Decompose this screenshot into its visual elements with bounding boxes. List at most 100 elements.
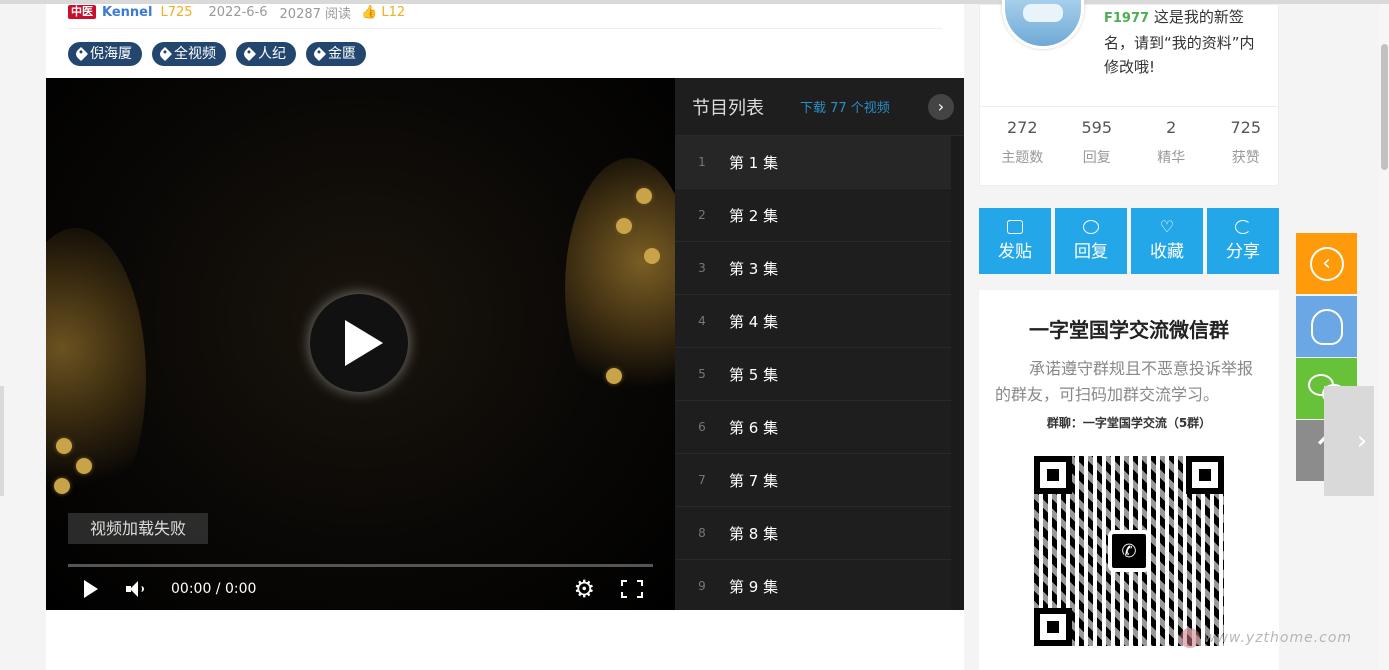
- tag-icon: [311, 46, 327, 62]
- wechat-group-card: 一字堂国学交流微信群 承诺遵守群规且不恶意投诉举报的群友，可扫码加群交流学习。 …: [979, 290, 1279, 670]
- qr-finder: [1034, 456, 1072, 494]
- user-signature: F1977 这是我的新签名，请到“我的资料”内修改哦!: [1104, 5, 1264, 79]
- episode-name: 第 6 集: [729, 418, 779, 437]
- category-badge[interactable]: 中医: [68, 5, 96, 19]
- tag-label: 金匮: [328, 46, 356, 62]
- stat-likes[interactable]: 725 获赞: [1214, 118, 1279, 167]
- playlist-header: 节目列表 下载 77 个视频 ›: [675, 78, 964, 136]
- flower-decoration: [606, 368, 622, 384]
- post-date: 2022-6-6: [208, 4, 268, 20]
- qr-finder: [1186, 456, 1224, 494]
- tag-icon: [241, 46, 257, 62]
- volume-icon[interactable]: [126, 580, 144, 598]
- playlist-item[interactable]: 1 第 1 集: [675, 136, 951, 189]
- episode-name: 第 7 集: [729, 471, 779, 490]
- view-count: 20287 阅读: [279, 6, 352, 22]
- post-meta: 中医 Kennel L725 2022-6-6 20287 阅读 👍 L12: [68, 4, 405, 22]
- tag-list: 倪海厦 全视频 人纪 金匮: [68, 42, 366, 66]
- tag-label: 全视频: [174, 46, 216, 62]
- watermark-seal-icon: [1180, 628, 1200, 648]
- chat-icon: [1083, 220, 1099, 234]
- next-arrow-button[interactable]: ›: [1324, 386, 1374, 496]
- prev-arrow-button[interactable]: [0, 386, 4, 496]
- playlist-item[interactable]: 7 第 7 集: [675, 454, 964, 507]
- episode-number: 6: [698, 420, 706, 434]
- favorite-button[interactable]: ♡ 收藏: [1131, 208, 1203, 274]
- reply-button[interactable]: 回复: [1055, 208, 1127, 274]
- qq-contact-button[interactable]: [1296, 296, 1357, 357]
- stat-label: 主题数: [1001, 150, 1044, 166]
- wechat-logo-icon: ✆: [1108, 530, 1150, 572]
- player-controls: 00:00 / 0:00 ⚙: [68, 576, 653, 602]
- tag-item[interactable]: 倪海厦: [68, 42, 142, 66]
- tag-label: 倪海厦: [90, 46, 132, 62]
- tag-icon: [157, 46, 173, 62]
- watermark-text: www.yzthome.com: [1204, 630, 1353, 646]
- stat-featured[interactable]: 2 精华: [1139, 118, 1204, 167]
- avatar[interactable]: [1002, 0, 1084, 49]
- user-id[interactable]: F1977: [1104, 11, 1149, 26]
- playlist-title: 节目列表: [692, 97, 764, 119]
- wechat-group-description: 承诺遵守群规且不恶意投诉举报的群友，可扫码加群交流学习。: [995, 359, 1254, 404]
- episode-name: 第 2 集: [729, 206, 779, 225]
- action-label: 回复: [1074, 242, 1108, 262]
- stat-topics[interactable]: 272 主题数: [990, 118, 1055, 167]
- episode-name: 第 4 集: [729, 312, 779, 331]
- stat-label: 精华: [1157, 150, 1186, 166]
- page-scrollbar-thumb[interactable]: [1381, 44, 1388, 170]
- big-play-button[interactable]: [310, 294, 408, 392]
- playlist-item[interactable]: 3 第 3 集: [675, 242, 964, 295]
- episode-number: 5: [698, 367, 706, 381]
- progress-bar[interactable]: [68, 564, 653, 567]
- episode-number: 9: [698, 579, 706, 593]
- site-watermark: www.yzthome.com: [1180, 628, 1352, 648]
- wechat-group-name: 群聊：一字堂国学交流（5群）: [1046, 416, 1212, 430]
- tag-item[interactable]: 全视频: [152, 42, 226, 66]
- playlist-item[interactable]: 8 第 8 集: [675, 507, 964, 560]
- play-icon: [345, 320, 383, 366]
- video-screen[interactable]: 视频加载失败 00:00 / 0:00 ⚙: [46, 78, 675, 610]
- video-player: 视频加载失败 00:00 / 0:00 ⚙ 节目列表 下载 77 个视频 › 1…: [46, 78, 964, 610]
- episode-number: 2: [698, 208, 706, 222]
- qq-icon: [1310, 308, 1343, 345]
- action-label: 收藏: [1150, 242, 1184, 262]
- heart-icon: ♡: [1159, 217, 1175, 236]
- tag-item[interactable]: 金匮: [306, 42, 366, 66]
- stat-value: 272: [1006, 118, 1038, 137]
- share-button[interactable]: 分享: [1207, 208, 1279, 274]
- stat-value: 2: [1166, 118, 1177, 137]
- author-link[interactable]: Kennel: [102, 5, 152, 20]
- author-profile-card: F1977 这是我的新签名，请到“我的资料”内修改哦! 272 主题数 595 回复…: [979, 0, 1279, 186]
- stat-label: 获赞: [1231, 150, 1260, 166]
- wechat-qr-code: ✆: [1034, 456, 1224, 646]
- new-post-button[interactable]: 发贴: [979, 208, 1051, 274]
- video-error-message: 视频加载失败: [68, 513, 209, 544]
- stat-label: 回复: [1082, 150, 1111, 166]
- fullscreen-icon[interactable]: [621, 580, 643, 598]
- play-icon[interactable]: [84, 580, 98, 598]
- playlist-item[interactable]: 4 第 4 集: [675, 295, 964, 348]
- episode-number: 4: [698, 314, 706, 328]
- thumbs-up-icon: 👍: [361, 4, 378, 20]
- chevron-right-icon: ›: [1356, 426, 1368, 456]
- playlist-scrollbar[interactable]: [951, 136, 964, 610]
- stat-value: 725: [1230, 118, 1262, 137]
- playlist-next-icon[interactable]: ›: [928, 93, 954, 120]
- flower-decoration: [56, 438, 72, 454]
- meta-divider: [68, 28, 942, 29]
- user-stats: 272 主题数 595 回复 2 精华 725 获赞: [980, 118, 1278, 167]
- episode-number: 8: [698, 526, 706, 540]
- playlist-item[interactable]: 5 第 5 集: [675, 348, 964, 401]
- tag-item[interactable]: 人纪: [236, 42, 296, 66]
- tag-label: 人纪: [258, 46, 286, 62]
- time-display: 00:00 / 0:00: [171, 581, 257, 597]
- playlist-item[interactable]: 2 第 2 集: [675, 189, 964, 242]
- back-button[interactable]: ‹: [1296, 233, 1357, 294]
- playlist-item[interactable]: 9 第 9 集: [675, 560, 964, 610]
- flower-decoration: [616, 218, 632, 234]
- download-videos-link[interactable]: 下载 77 个视频: [800, 97, 890, 116]
- stat-replies[interactable]: 595 回复: [1065, 118, 1130, 167]
- settings-gear-icon[interactable]: ⚙: [573, 577, 595, 601]
- episode-name: 第 8 集: [729, 524, 779, 543]
- playlist-item[interactable]: 6 第 6 集: [675, 401, 964, 454]
